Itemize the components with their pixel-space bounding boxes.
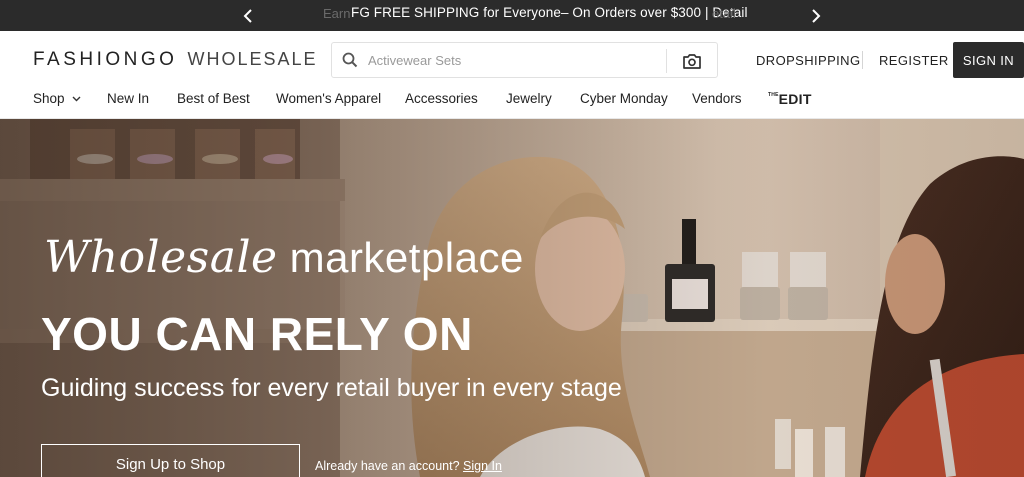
- chevron-right-icon: [811, 8, 820, 23]
- nav-item-best-of-best[interactable]: Best of Best: [177, 91, 250, 106]
- hero-tagline: Wholesale marketplace: [44, 232, 524, 283]
- hero-headline: YOU CAN RELY ON: [41, 308, 473, 360]
- already-have-account-text: Already have an account?: [315, 459, 460, 473]
- hero-background-image: [0, 119, 1024, 477]
- nav-item-jewelry[interactable]: Jewelry: [506, 91, 552, 106]
- nav-item-new-in[interactable]: New In: [107, 91, 149, 106]
- promo-next-button[interactable]: [800, 0, 831, 31]
- main-nav: Shop New In Best of Best Women's Apparel…: [0, 88, 1024, 119]
- site-logo[interactable]: FASHIONGO WHOLESALE: [33, 49, 318, 71]
- the-edit-label: EDIT: [778, 91, 812, 107]
- already-have-account: Already have an account? Sign In: [315, 459, 502, 473]
- nav-item-cyber-monday[interactable]: Cyber Monday: [580, 91, 668, 106]
- search-bar: [331, 42, 718, 78]
- nav-item-womens-apparel[interactable]: Women's Apparel: [276, 91, 381, 106]
- chevron-down-icon: [72, 96, 81, 102]
- promo-bar: Earn FG FREE SHIPPING for Everyone– On O…: [0, 0, 1024, 31]
- promo-ghost-text-left: Earn: [323, 6, 351, 21]
- header-divider: [862, 51, 863, 69]
- sign-up-to-shop-button[interactable]: Sign Up to Shop: [41, 444, 300, 477]
- hero-banner: Wholesale marketplace YOU CAN RELY ON Gu…: [0, 119, 1024, 477]
- hero-sign-in-link[interactable]: Sign In: [463, 459, 502, 473]
- nav-item-label: Shop: [33, 91, 65, 106]
- dropshipping-link[interactable]: DROPSHIPPING: [756, 53, 860, 68]
- register-link[interactable]: REGISTER: [879, 53, 949, 68]
- search-input[interactable]: [368, 44, 658, 76]
- promo-message[interactable]: FG FREE SHIPPING for Everyone– On Orders…: [351, 5, 748, 20]
- nav-item-shop[interactable]: Shop: [33, 91, 81, 106]
- hero-tagline-script: Wholesale: [44, 232, 278, 283]
- search-divider: [666, 49, 667, 73]
- search-icon[interactable]: [332, 43, 368, 77]
- logo-subtitle: WHOLESALE: [187, 49, 318, 69]
- hero-tagline-plain: marketplace: [289, 234, 524, 281]
- promo-prev-button[interactable]: [232, 0, 263, 31]
- sign-in-button[interactable]: SIGN IN: [953, 42, 1024, 78]
- camera-icon[interactable]: [677, 47, 707, 75]
- chevron-left-icon: [243, 8, 252, 23]
- logo-brand: FASHIONGO: [33, 49, 178, 70]
- hero-subline: Guiding success for every retail buyer i…: [41, 374, 622, 402]
- the-edit-small-label: THE: [768, 92, 779, 98]
- nav-item-vendors[interactable]: Vendors: [692, 91, 742, 106]
- site-header: FASHIONGO WHOLESALE DROPSHIPPING REGISTE…: [0, 31, 1024, 88]
- nav-item-accessories[interactable]: Accessories: [405, 91, 478, 106]
- promo-ghost-text-right: etail: [712, 6, 736, 21]
- nav-item-the-edit[interactable]: THE EDIT: [768, 92, 812, 106]
